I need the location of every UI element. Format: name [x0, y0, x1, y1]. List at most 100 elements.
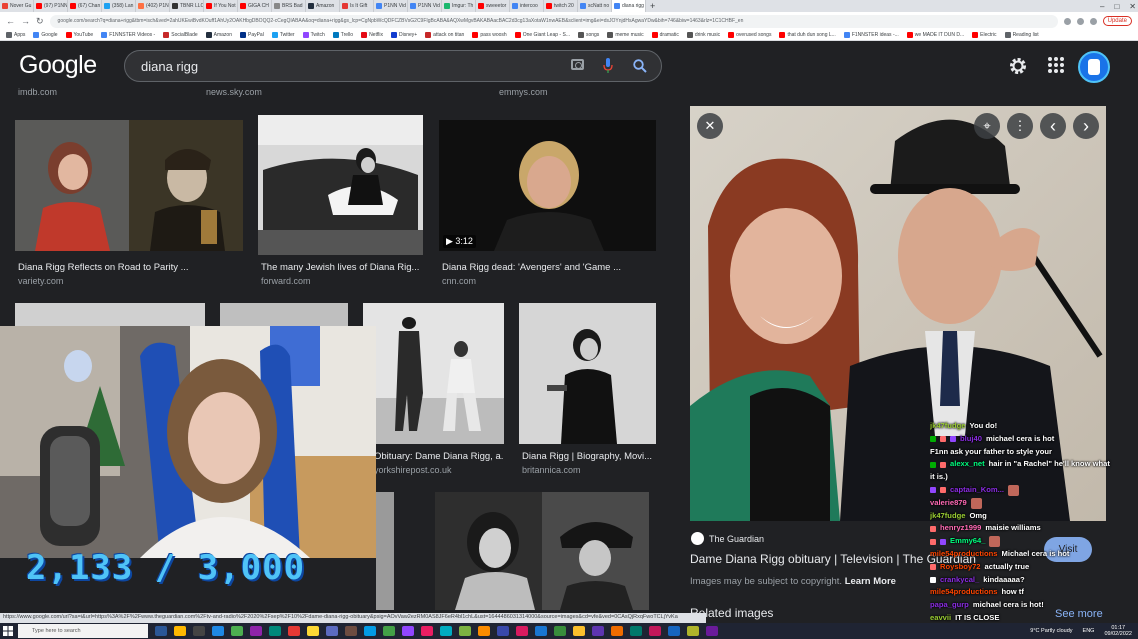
browser-tab[interactable]: P1NN Vid [408, 0, 442, 12]
maximize-button[interactable]: □ [1114, 2, 1119, 11]
next-image-button[interactable]: › [1073, 113, 1099, 139]
browser-tab[interactable]: twitch 20 [544, 0, 578, 12]
browser-tab[interactable]: Nover Gu [0, 0, 34, 12]
taskbar-app-icon[interactable] [459, 626, 471, 636]
browser-tab[interactable]: diana rigg [612, 0, 646, 12]
bookmark-item[interactable]: Google [33, 32, 58, 38]
address-bar[interactable]: google.com/search?q=diana+rigg&tbm=isch&… [49, 14, 1058, 28]
browser-tab[interactable]: sweeetor [476, 0, 510, 12]
bookmark-item[interactable]: Disney+ [390, 32, 417, 38]
taskbar-app-icon[interactable] [326, 626, 338, 636]
minimize-button[interactable]: – [1100, 2, 1104, 11]
browser-tab[interactable]: P1NN Vid [374, 0, 408, 12]
camera-search-icon[interactable] [571, 59, 584, 70]
taskbar-app-icon[interactable] [516, 626, 528, 636]
browser-tab[interactable]: GIGA CH [238, 0, 272, 12]
reload-icon[interactable]: ↻ [36, 16, 44, 27]
gear-icon[interactable] [1008, 56, 1028, 76]
browser-tab[interactable]: TBNR LLC [170, 0, 204, 12]
taskbar-app-icon[interactable] [649, 626, 661, 636]
taskbar-app-icon[interactable] [668, 626, 680, 636]
browser-tab[interactable]: (67) Chan [68, 0, 102, 12]
close-window-button[interactable]: ✕ [1129, 2, 1136, 11]
taskbar-app-icon[interactable] [592, 626, 604, 636]
result-source[interactable]: emmys.com [499, 87, 548, 97]
search-input[interactable]: diana rigg [141, 59, 198, 74]
preview-source[interactable]: The Guardian [709, 534, 764, 544]
bookmark-item[interactable]: F1NNSTER ideas -... [843, 32, 899, 38]
bookmark-item[interactable]: songs [577, 32, 599, 38]
bookmark-item[interactable]: attack on titan [425, 32, 464, 38]
result-source[interactable]: variety.com [18, 276, 63, 286]
result-image[interactable] [376, 492, 394, 610]
bookmark-item[interactable]: YouTube [65, 32, 93, 38]
previous-image-button[interactable]: ‹ [1040, 113, 1066, 139]
bookmark-item[interactable]: drink music [686, 32, 720, 38]
browser-tab[interactable]: (358) Lan [102, 0, 136, 12]
result-title[interactable]: The many Jewish lives of Diana Rig... [261, 262, 431, 273]
bookmark-item[interactable]: that duh dun song L... [779, 32, 836, 38]
taskbar-app-icon[interactable] [269, 626, 281, 636]
browser-tab[interactable]: Is It Gift [340, 0, 374, 12]
result-image[interactable] [258, 115, 423, 255]
extension-icon[interactable] [1063, 17, 1071, 25]
result-image[interactable] [15, 120, 243, 251]
browser-tab[interactable]: Imgur: Th [442, 0, 476, 12]
taskbar-search-input[interactable]: Type here to search [18, 624, 148, 638]
taskbar-app-icon[interactable] [307, 626, 319, 636]
result-video[interactable]: ▶ 3:12 [439, 120, 656, 251]
bookmark-item[interactable]: Twitch [302, 32, 325, 38]
browser-tab[interactable]: Amazon [306, 0, 340, 12]
taskbar-app-icon[interactable] [687, 626, 699, 636]
result-source[interactable]: britannica.com [522, 465, 581, 475]
taskbar-app-icon[interactable] [573, 626, 585, 636]
result-title[interactable]: Diana Rigg dead: 'Avengers' and 'Game ..… [442, 262, 662, 273]
search-icon[interactable] [633, 59, 647, 73]
profile-icon[interactable] [1089, 17, 1097, 25]
result-source[interactable]: news.sky.com [206, 87, 262, 97]
windows-start-icon[interactable] [0, 623, 16, 639]
taskbar-app-icon[interactable] [364, 626, 376, 636]
browser-tab[interactable]: If You Not [204, 0, 238, 12]
taskbar-app-icon[interactable] [630, 626, 642, 636]
search-box[interactable]: diana rigg [124, 50, 662, 82]
result-source[interactable]: cnn.com [442, 276, 476, 286]
taskbar-app-icon[interactable] [554, 626, 566, 636]
update-button[interactable]: Update [1102, 16, 1132, 26]
forward-icon[interactable]: → [21, 16, 30, 26]
taskbar-app-icon[interactable] [497, 626, 509, 636]
bookmark-item[interactable]: Twitter [271, 32, 295, 38]
more-options-icon[interactable]: ⋮ [1007, 113, 1033, 139]
bookmark-item[interactable]: we MADE IT DUN D... [906, 32, 964, 38]
result-title[interactable]: Diana Rigg Reflects on Road to Parity ..… [18, 262, 238, 273]
bookmark-item[interactable]: Trello [332, 32, 353, 38]
taskbar-app-icon[interactable] [288, 626, 300, 636]
result-source[interactable]: forward.com [261, 276, 311, 286]
back-icon[interactable]: ← [6, 16, 15, 26]
bookmark-item[interactable]: One Giant Leap - S... [514, 32, 570, 38]
result-title[interactable]: Diana Rigg | Biography, Movi... [522, 451, 662, 462]
taskbar-app-icon[interactable] [611, 626, 623, 636]
browser-tab[interactable]: BRS Bad [272, 0, 306, 12]
taskbar-app-icon[interactable] [231, 626, 243, 636]
result-source[interactable]: imdb.com [18, 87, 57, 97]
bookmark-item[interactable]: dramatic [651, 32, 679, 38]
result-image[interactable] [363, 303, 504, 444]
account-avatar[interactable] [1078, 51, 1110, 83]
bookmark-item[interactable]: Reading list [1004, 32, 1039, 38]
bookmark-item[interactable]: Netflix [361, 32, 383, 38]
browser-tab[interactable]: (402) P1N [136, 0, 170, 12]
taskbar-app-icon[interactable] [421, 626, 433, 636]
result-image[interactable] [519, 303, 656, 444]
result-source[interactable]: yorkshirepost.co.uk [374, 465, 452, 475]
taskbar-app-icon[interactable] [155, 626, 167, 636]
learn-more-link[interactable]: Learn More [845, 576, 896, 587]
result-title[interactable]: Obituary: Dame Diana Rigg, a... [374, 451, 504, 462]
browser-tab[interactable]: (97) P1NN [34, 0, 68, 12]
bookmark-item[interactable]: overused songs [728, 32, 771, 38]
close-preview-button[interactable]: ✕ [697, 113, 723, 139]
new-tab-button[interactable]: + [646, 1, 659, 11]
taskbar-app-icon[interactable] [174, 626, 186, 636]
clock[interactable]: 01:17 09/02/2022 [1104, 625, 1132, 637]
taskbar-app-icon[interactable] [478, 626, 490, 636]
